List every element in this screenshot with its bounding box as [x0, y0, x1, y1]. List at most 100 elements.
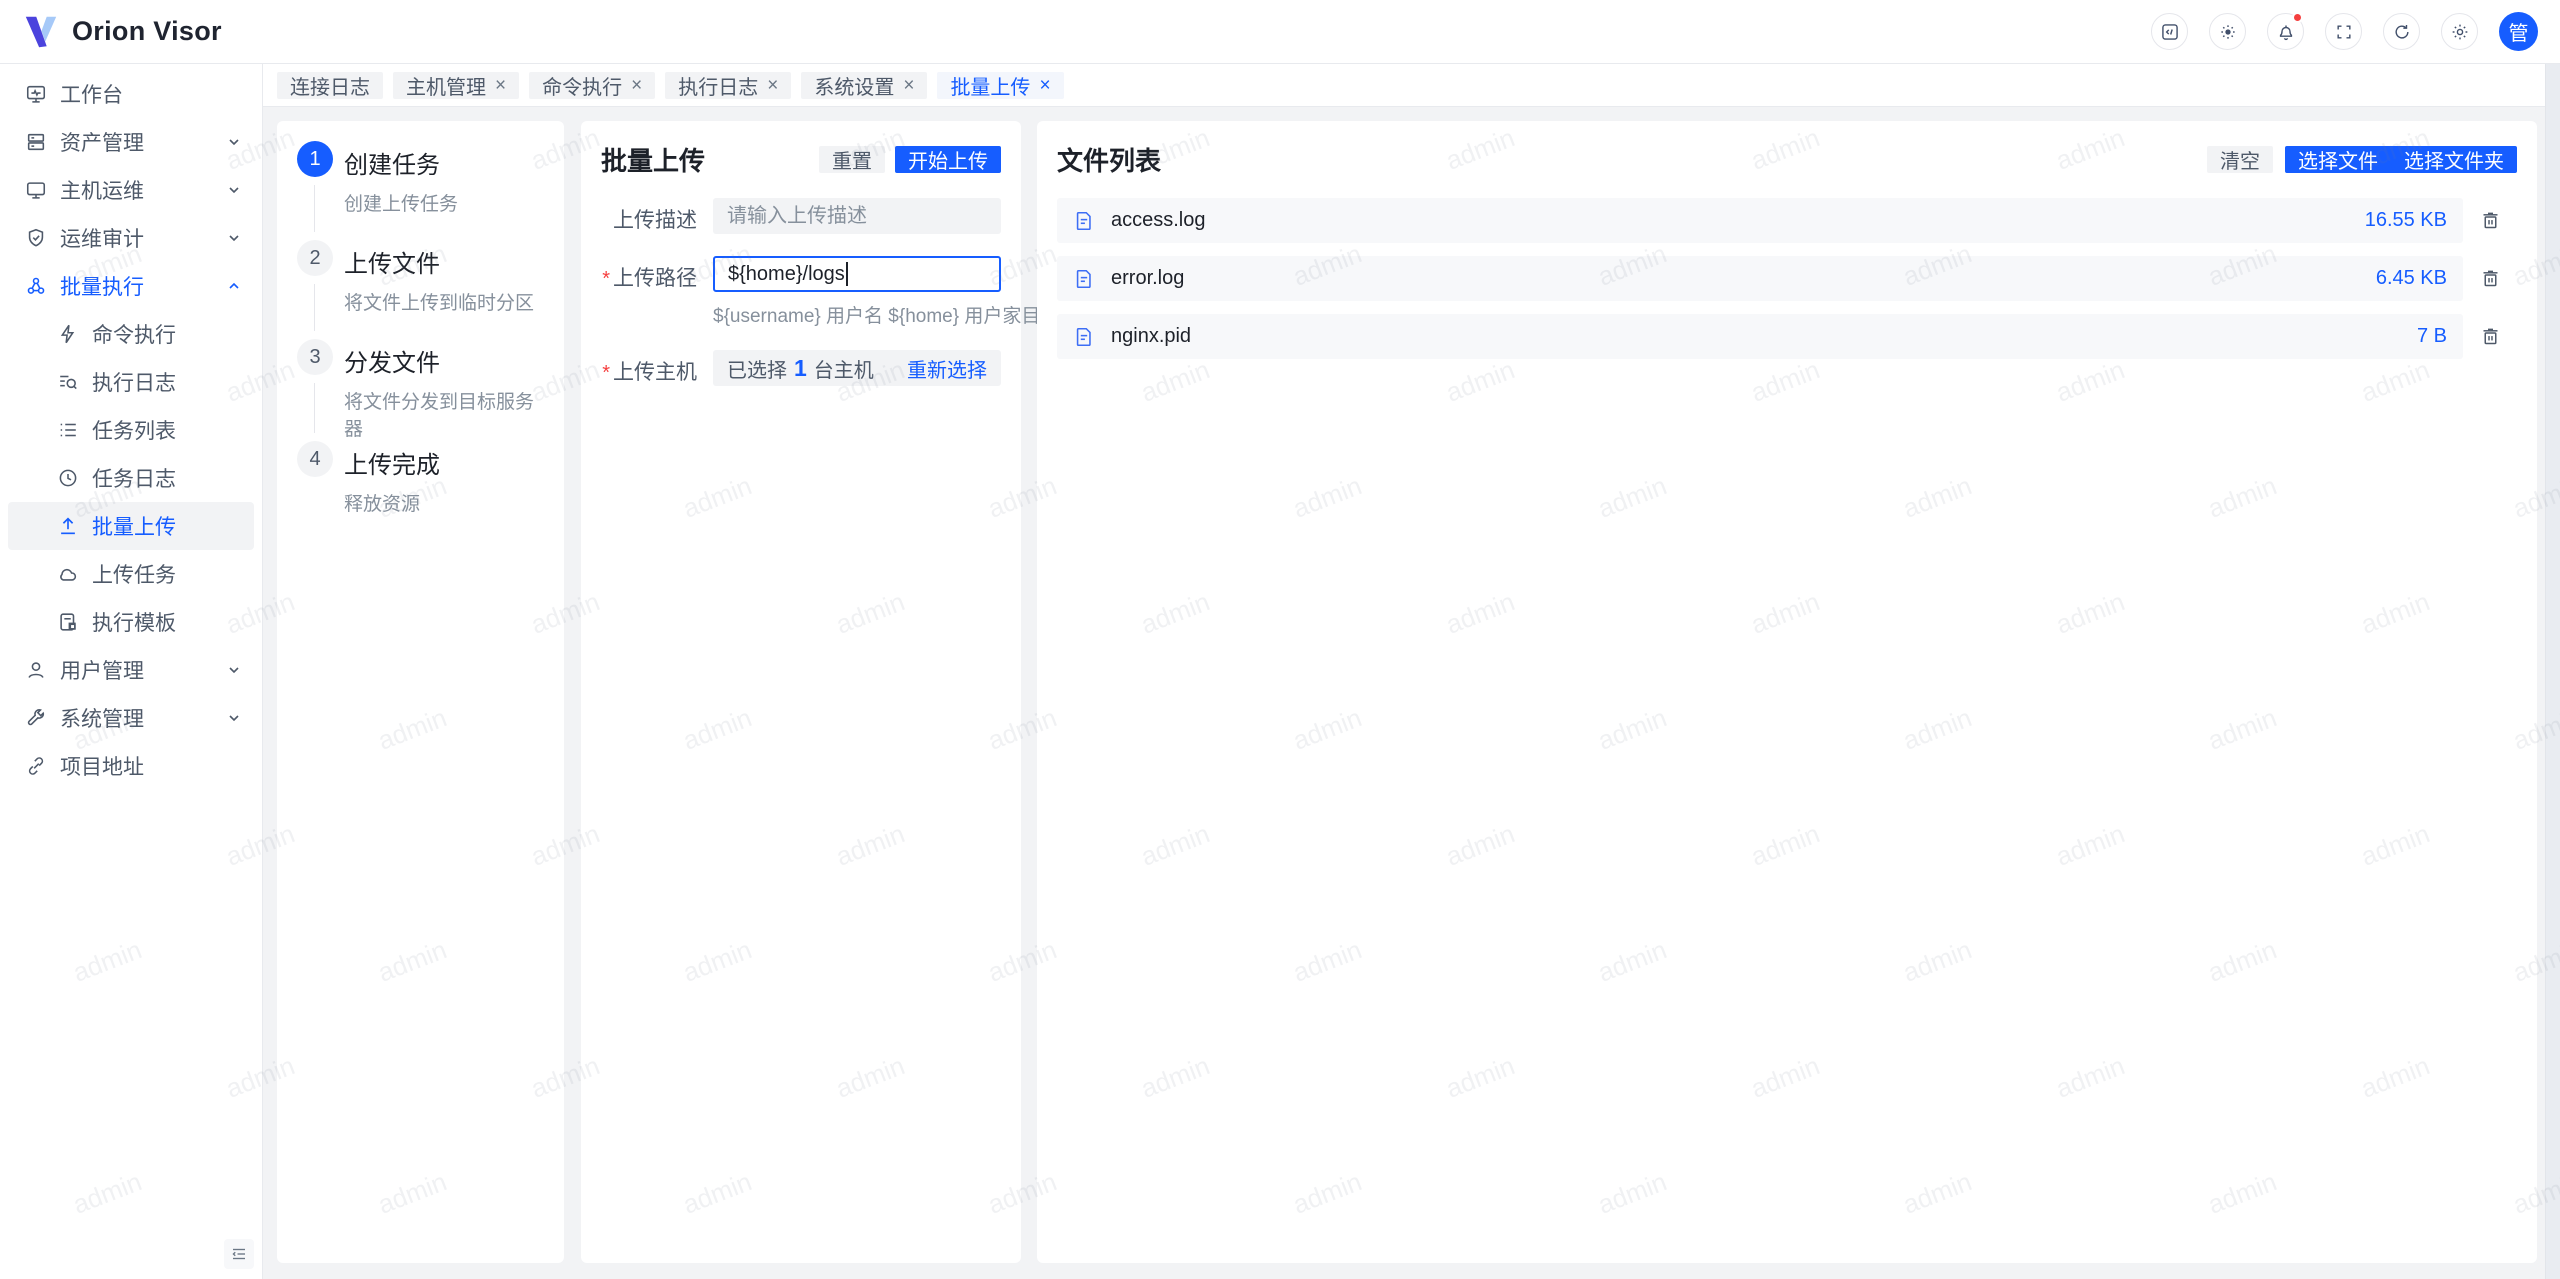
code-icon [2160, 22, 2180, 42]
sidebar-item-label: 任务日志 [92, 463, 176, 493]
reset-button[interactable]: 重置 [819, 146, 885, 173]
select-folder-button[interactable]: 选择文件夹 [2391, 146, 2517, 173]
sidebar-item-project-url[interactable]: 项目地址 [8, 742, 254, 790]
step-desc: 创建上传任务 [344, 189, 458, 216]
chevron-down-icon [226, 182, 242, 198]
start-upload-button[interactable]: 开始上传 [895, 146, 1001, 173]
tab-close-icon[interactable]: × [903, 76, 914, 95]
sidebar-item-system-mgmt[interactable]: 系统管理 [8, 694, 254, 742]
chevron-up-icon [226, 278, 242, 294]
cluster-icon [25, 275, 47, 297]
menu-fold-icon [230, 1245, 248, 1263]
sidebar-item-task-list[interactable]: 任务列表 [8, 406, 254, 454]
upload-desc-label: 上传描述 [601, 198, 697, 234]
upload-path-help: ${username} 用户名 ${home} 用户家目录 [713, 301, 1001, 328]
sidebar-item-workbench[interactable]: 工作台 [8, 70, 254, 118]
tab-close-icon[interactable]: × [631, 76, 642, 95]
tab-system-settings[interactable]: 系统设置 × [801, 72, 927, 99]
fullscreen-button[interactable] [2325, 13, 2362, 50]
notification-badge [2292, 12, 2303, 23]
tab-connection-log[interactable]: 连接日志 [277, 72, 383, 99]
tab-close-icon[interactable]: × [495, 76, 506, 95]
step-title: 创建任务 [344, 145, 458, 180]
step-distribute-files: 3 分发文件 将文件分发到目标服务器 [297, 339, 544, 441]
template-icon [57, 611, 79, 633]
upload-path-value: ${home}/logs [728, 263, 845, 286]
tab-close-icon[interactable]: × [1039, 76, 1050, 95]
sidebar-item-audit[interactable]: 运维审计 [8, 214, 254, 262]
workbench-icon [25, 83, 47, 105]
logo-v-icon [22, 13, 60, 51]
sidebar-item-label: 运维审计 [60, 223, 144, 253]
step-create-task: 1 创建任务 创建上传任务 [297, 141, 544, 240]
clear-files-button[interactable]: 清空 [2207, 146, 2273, 173]
file-pill: nginx.pid 7 B [1057, 314, 2463, 359]
sidebar-item-batch-upload[interactable]: 批量上传 [8, 502, 254, 550]
step-desc: 将文件上传到临时分区 [344, 288, 534, 315]
tab-close-icon[interactable]: × [767, 76, 778, 95]
step-desc: 将文件分发到目标服务器 [344, 387, 544, 441]
tab-host-mgmt[interactable]: 主机管理 × [393, 72, 519, 99]
sidebar-item-exec-template[interactable]: 执行模板 [8, 598, 254, 646]
app-title: Orion Visor [72, 16, 222, 47]
sidebar-item-label: 命令执行 [92, 319, 176, 349]
host-count: 1 [794, 355, 807, 382]
settings-button[interactable] [2441, 13, 2478, 50]
fullscreen-icon [2334, 22, 2354, 42]
sidebar-item-label: 任务列表 [92, 415, 176, 445]
sidebar-item-user-mgmt[interactable]: 用户管理 [8, 646, 254, 694]
file-row: error.log 6.45 KB [1057, 256, 2517, 301]
link-icon [25, 755, 47, 777]
upload-path-label: *上传路径 [601, 256, 697, 328]
file-name: error.log [1111, 267, 1184, 290]
reselect-hosts-link[interactable]: 重新选择 [907, 354, 987, 383]
sidebar-item-label: 批量执行 [60, 271, 144, 301]
step-upload-files: 2 上传文件 将文件上传到临时分区 [297, 240, 544, 339]
sidebar-item-upload-tasks[interactable]: 上传任务 [8, 550, 254, 598]
sidebar-item-command-exec[interactable]: 命令执行 [8, 310, 254, 358]
trash-icon [2480, 326, 2501, 347]
delete-file-button[interactable] [2463, 326, 2517, 347]
delete-file-button[interactable] [2463, 210, 2517, 231]
select-file-button[interactable]: 选择文件 [2285, 146, 2391, 173]
step-title: 上传完成 [344, 445, 440, 480]
gear-icon [2450, 22, 2470, 42]
theme-button[interactable] [2209, 13, 2246, 50]
chevron-down-icon [226, 230, 242, 246]
orion-visor-app: Orion Visor [0, 0, 2560, 1279]
upload-desc-input[interactable] [713, 198, 1001, 234]
delete-file-button[interactable] [2463, 268, 2517, 289]
sidebar-item-batch-exec[interactable]: 批量执行 [8, 262, 254, 310]
file-name: nginx.pid [1111, 325, 1191, 348]
upload-host-label: *上传主机 [601, 350, 697, 386]
shield-icon [25, 227, 47, 249]
tab-label: 主机管理 [406, 71, 486, 100]
refresh-icon [2392, 22, 2412, 42]
step-connector [314, 383, 315, 433]
clock-icon [57, 467, 79, 489]
step-number: 3 [297, 339, 333, 375]
chevron-down-icon [226, 662, 242, 678]
sidebar-item-label: 执行模板 [92, 607, 176, 637]
sidebar-item-label: 执行日志 [92, 367, 176, 397]
tab-exec-log[interactable]: 执行日志 × [665, 72, 791, 99]
tab-command-exec[interactable]: 命令执行 × [529, 72, 655, 99]
file-pill: error.log 6.45 KB [1057, 256, 2463, 301]
sidebar-item-host-ops[interactable]: 主机运维 [8, 166, 254, 214]
tab-batch-upload[interactable]: 批量上传 × [937, 72, 1063, 99]
topbar-actions: 管 [2151, 12, 2538, 51]
sidebar-item-label: 工作台 [60, 79, 123, 109]
sidebar-item-exec-log[interactable]: 执行日志 [8, 358, 254, 406]
refresh-button[interactable] [2383, 13, 2420, 50]
sidebar-item-assets[interactable]: 资产管理 [8, 118, 254, 166]
sidebar-collapse-button[interactable] [224, 1239, 254, 1269]
lightning-icon [57, 323, 79, 345]
upload-path-input[interactable]: ${home}/logs [713, 256, 1001, 292]
api-code-button[interactable] [2151, 13, 2188, 50]
page-scrollbar[interactable] [2545, 64, 2560, 1279]
notifications-button[interactable] [2267, 13, 2304, 50]
sidebar-item-task-log[interactable]: 任务日志 [8, 454, 254, 502]
step-desc: 释放资源 [344, 489, 440, 516]
user-avatar[interactable]: 管 [2499, 12, 2538, 51]
file-icon [1073, 326, 1095, 348]
